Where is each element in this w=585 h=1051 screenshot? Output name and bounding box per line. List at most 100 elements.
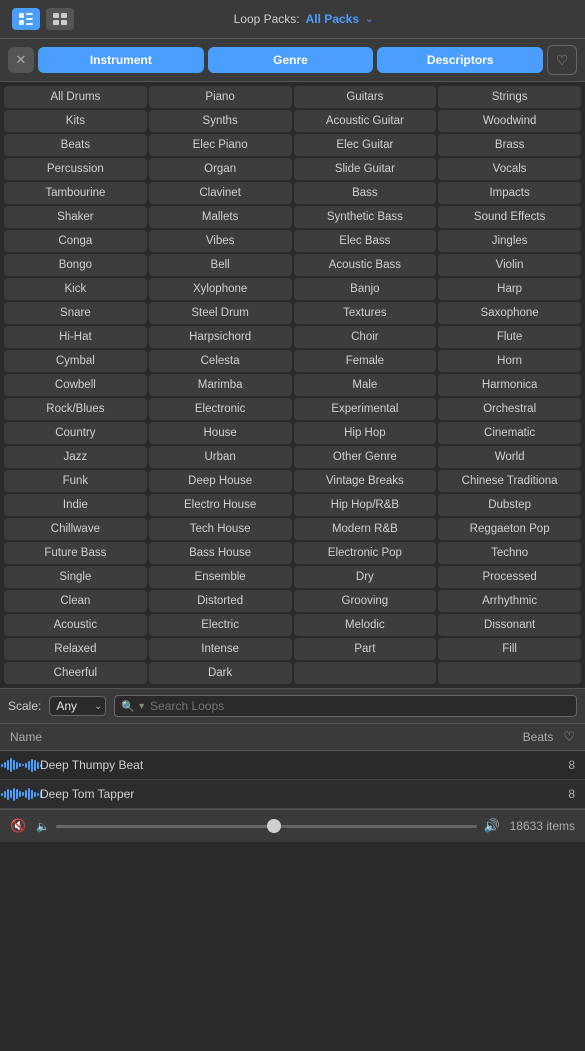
filter-btn[interactable]: Banjo — [294, 278, 437, 300]
filter-btn[interactable]: Marimba — [149, 374, 292, 396]
filter-btn[interactable]: Flute — [438, 326, 581, 348]
filter-btn[interactable]: Snare — [4, 302, 147, 324]
filter-btn[interactable]: Other Genre — [294, 446, 437, 468]
filter-btn[interactable]: Electronic Pop — [294, 542, 437, 564]
filter-btn[interactable]: Dissonant — [438, 614, 581, 636]
filter-btn[interactable]: Jingles — [438, 230, 581, 252]
filter-btn[interactable]: Beats — [4, 134, 147, 156]
filter-btn[interactable]: Modern R&B — [294, 518, 437, 540]
filter-btn[interactable]: Sound Effects — [438, 206, 581, 228]
filter-btn[interactable]: Experimental — [294, 398, 437, 420]
filter-btn[interactable]: Synthetic Bass — [294, 206, 437, 228]
filter-btn[interactable]: Female — [294, 350, 437, 372]
filter-btn[interactable]: Xylophone — [149, 278, 292, 300]
filter-btn[interactable]: Chillwave — [4, 518, 147, 540]
filter-btn[interactable]: Slide Guitar — [294, 158, 437, 180]
filter-btn[interactable]: Distorted — [149, 590, 292, 612]
filter-btn[interactable]: Clean — [4, 590, 147, 612]
filter-btn[interactable]: Celesta — [149, 350, 292, 372]
filter-btn[interactable]: Reggaeton Pop — [438, 518, 581, 540]
filter-btn[interactable]: Harp — [438, 278, 581, 300]
list-view-button[interactable] — [12, 8, 40, 30]
filter-btn[interactable]: Processed — [438, 566, 581, 588]
filter-btn[interactable]: Techno — [438, 542, 581, 564]
filter-btn[interactable]: Synths — [149, 110, 292, 132]
filter-btn[interactable] — [294, 662, 437, 684]
filter-btn[interactable]: Textures — [294, 302, 437, 324]
filter-btn[interactable]: Woodwind — [438, 110, 581, 132]
tab-descriptors[interactable]: Descriptors — [377, 47, 543, 73]
filter-btn[interactable]: Horn — [438, 350, 581, 372]
filter-btn[interactable]: Rock/Blues — [4, 398, 147, 420]
favorites-button[interactable]: ♡ — [547, 45, 577, 75]
filter-btn[interactable]: Grooving — [294, 590, 437, 612]
filter-btn[interactable]: Cinematic — [438, 422, 581, 444]
filter-btn[interactable]: Bell — [149, 254, 292, 276]
filter-btn[interactable]: Steel Drum — [149, 302, 292, 324]
filter-btn[interactable]: Deep House — [149, 470, 292, 492]
filter-btn[interactable]: Dubstep — [438, 494, 581, 516]
filter-btn[interactable]: Ensemble — [149, 566, 292, 588]
filter-btn[interactable]: Shaker — [4, 206, 147, 228]
filter-btn[interactable]: Acoustic — [4, 614, 147, 636]
filter-btn[interactable] — [438, 662, 581, 684]
filter-btn[interactable]: Orchestral — [438, 398, 581, 420]
filter-btn[interactable]: Electronic — [149, 398, 292, 420]
filter-btn[interactable]: Bass — [294, 182, 437, 204]
filter-btn[interactable]: Acoustic Bass — [294, 254, 437, 276]
filter-btn[interactable]: All Drums — [4, 86, 147, 108]
filter-btn[interactable]: Tech House — [149, 518, 292, 540]
filter-btn[interactable]: Vibes — [149, 230, 292, 252]
volume-slider[interactable] — [56, 825, 478, 828]
filter-btn[interactable]: Harpsichord — [149, 326, 292, 348]
table-row[interactable]: Deep Tom Tapper8 — [0, 780, 585, 809]
filter-btn[interactable]: Hip Hop — [294, 422, 437, 444]
filter-btn[interactable]: Elec Guitar — [294, 134, 437, 156]
filter-btn[interactable]: Vocals — [438, 158, 581, 180]
filter-btn[interactable]: Cowbell — [4, 374, 147, 396]
filter-btn[interactable]: Brass — [438, 134, 581, 156]
filter-btn[interactable]: Relaxed — [4, 638, 147, 660]
filter-btn[interactable]: Cymbal — [4, 350, 147, 372]
filter-btn[interactable]: Indie — [4, 494, 147, 516]
scale-select[interactable]: Any Major Minor — [49, 696, 106, 716]
filter-btn[interactable]: Strings — [438, 86, 581, 108]
grid-view-button[interactable] — [46, 8, 74, 30]
filter-btn[interactable]: Piano — [149, 86, 292, 108]
filter-btn[interactable]: Jazz — [4, 446, 147, 468]
tab-instrument[interactable]: Instrument — [38, 47, 204, 73]
filter-btn[interactable]: Choir — [294, 326, 437, 348]
filter-btn[interactable]: Acoustic Guitar — [294, 110, 437, 132]
filter-btn[interactable]: Hi-Hat — [4, 326, 147, 348]
filter-btn[interactable]: Guitars — [294, 86, 437, 108]
search-input[interactable] — [150, 699, 570, 713]
filter-btn[interactable]: Chinese Traditiona — [438, 470, 581, 492]
filter-btn[interactable]: Electric — [149, 614, 292, 636]
filter-btn[interactable]: Harmonica — [438, 374, 581, 396]
filter-btn[interactable]: Mallets — [149, 206, 292, 228]
filter-btn[interactable]: Single — [4, 566, 147, 588]
filter-btn[interactable]: Male — [294, 374, 437, 396]
filter-btn[interactable]: Hip Hop/R&B — [294, 494, 437, 516]
filter-btn[interactable]: Clavinet — [149, 182, 292, 204]
filter-btn[interactable]: Dark — [149, 662, 292, 684]
filter-btn[interactable]: Electro House — [149, 494, 292, 516]
filter-btn[interactable]: Violin — [438, 254, 581, 276]
filter-btn[interactable]: Cheerful — [4, 662, 147, 684]
filter-btn[interactable]: House — [149, 422, 292, 444]
filter-btn[interactable]: Kick — [4, 278, 147, 300]
filter-btn[interactable]: Urban — [149, 446, 292, 468]
filter-btn[interactable]: Conga — [4, 230, 147, 252]
filter-btn[interactable]: Elec Piano — [149, 134, 292, 156]
filter-btn[interactable]: Part — [294, 638, 437, 660]
filter-btn[interactable]: Bass House — [149, 542, 292, 564]
filter-btn[interactable]: Tambourine — [4, 182, 147, 204]
filter-btn[interactable]: Melodic — [294, 614, 437, 636]
filter-btn[interactable]: Dry — [294, 566, 437, 588]
filter-btn[interactable]: Kits — [4, 110, 147, 132]
filter-btn[interactable]: Fill — [438, 638, 581, 660]
tab-genre[interactable]: Genre — [208, 47, 374, 73]
filter-btn[interactable]: Saxophone — [438, 302, 581, 324]
filter-btn[interactable]: Percussion — [4, 158, 147, 180]
filter-btn[interactable]: Arrhythmic — [438, 590, 581, 612]
